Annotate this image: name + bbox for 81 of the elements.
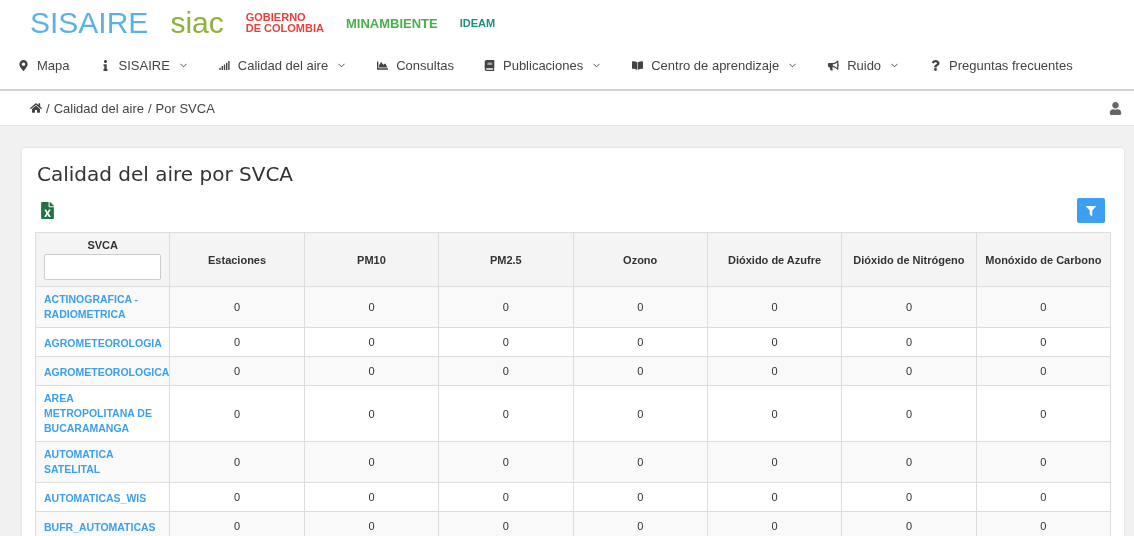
breadcrumb-link[interactable]: Calidad del aire	[53, 100, 144, 116]
column-header: PM10	[304, 232, 439, 287]
table-cell: 0	[841, 356, 977, 386]
siac-logo: siac	[170, 8, 224, 38]
search-field[interactable]	[44, 254, 162, 280]
table-cell: 0	[841, 286, 977, 328]
nav-link[interactable]: Mapa	[18, 58, 70, 73]
table-cell: 0	[304, 327, 439, 357]
open-book-icon	[632, 60, 644, 71]
column-header: PM2.5	[438, 232, 573, 287]
user-icon[interactable]	[1109, 101, 1122, 115]
megaphone-icon	[828, 60, 840, 71]
breadcrumb-separator: /	[46, 100, 50, 116]
breadcrumb-separator: /	[147, 100, 152, 116]
table-cell: 0	[573, 482, 708, 512]
map-pin-icon	[18, 60, 29, 71]
nav-link[interactable]: Preguntas frecuentes	[930, 58, 1073, 73]
signal-bars-icon	[218, 60, 230, 71]
help-icon	[930, 60, 942, 71]
ideam-logo: IDEAM	[459, 17, 496, 29]
table-cell: 0	[169, 286, 305, 328]
table-cell: 0	[976, 286, 1111, 328]
table-cell: 0	[573, 441, 708, 483]
filter-icon	[1086, 205, 1096, 216]
sisaire-logo: SISAIRE	[30, 8, 149, 38]
column-title: SVCA	[87, 239, 118, 251]
table-cell: 0	[304, 356, 439, 386]
table-cell: 0	[707, 327, 842, 357]
gobierno-logo: GOBIERNO DE COLOMBIA	[245, 12, 324, 34]
table-cell: 0	[573, 327, 708, 357]
area-chart-icon	[377, 60, 389, 71]
table-cell: 0	[976, 327, 1111, 357]
table-cell: 0	[707, 385, 842, 442]
column-header: Dióxido de Nitrógeno	[841, 232, 977, 287]
table-cell: 0	[304, 482, 439, 512]
table-cell: 0	[304, 441, 439, 483]
filter-button[interactable]	[1077, 198, 1105, 223]
nav-link[interactable]: Calidad del aire	[218, 58, 348, 73]
table-cell: 0	[169, 441, 305, 483]
table-cell: 0	[976, 356, 1111, 386]
table-cell: 0	[304, 385, 439, 442]
table-cell: 0	[438, 482, 573, 512]
column-header: Dióxido de Azufre	[707, 232, 842, 287]
table-cell: 0	[841, 385, 977, 442]
table-cell: 0	[976, 482, 1111, 512]
column-header: Monóxido de Carbono	[976, 232, 1111, 287]
column-header: Ozono	[573, 232, 708, 287]
table-cell: 0	[707, 356, 842, 386]
table-cell: 0	[976, 441, 1111, 483]
table-cell: 0	[438, 385, 573, 442]
table-cell: 0	[976, 385, 1111, 442]
nav-link[interactable]: Publicaciones	[484, 58, 603, 73]
table-cell: 0	[841, 441, 977, 483]
table-cell: 0	[707, 286, 842, 328]
table-cell: 0	[438, 286, 573, 328]
table-cell: 0	[438, 327, 573, 357]
breadcrumb-link[interactable]: Por SVCA	[155, 100, 215, 116]
table-cell: 0	[304, 286, 439, 328]
table-cell: 0	[169, 327, 305, 357]
table-cell: 0	[573, 385, 708, 442]
table-cell: 0	[438, 441, 573, 483]
nav-link[interactable]: SISAIRE	[99, 58, 189, 73]
table-cell: 0	[841, 327, 977, 357]
minambiente-logo: MINAMBIENTE	[345, 16, 438, 30]
table-cell: 0	[573, 286, 708, 328]
table-cell: 0	[169, 482, 305, 512]
column-header: Estaciones	[169, 232, 305, 287]
table-cell: 0	[438, 356, 573, 386]
table-cell: 0	[169, 356, 305, 386]
page-title: Calidad del aire por SVCA	[37, 162, 295, 186]
table-cell: 0	[707, 482, 842, 512]
book-icon	[484, 60, 495, 71]
nav-link[interactable]: Centro de aprendizaje	[632, 58, 799, 73]
spreadsheet-icon[interactable]	[39, 202, 56, 219]
home-icon[interactable]	[30, 102, 42, 114]
table-cell: 0	[573, 356, 708, 386]
nav-link[interactable]: Consultas	[377, 58, 454, 73]
table-cell: 0	[841, 482, 977, 512]
table-cell: 0	[707, 441, 842, 483]
nav-link[interactable]: Ruido	[828, 58, 901, 73]
table-cell: 0	[169, 385, 305, 442]
